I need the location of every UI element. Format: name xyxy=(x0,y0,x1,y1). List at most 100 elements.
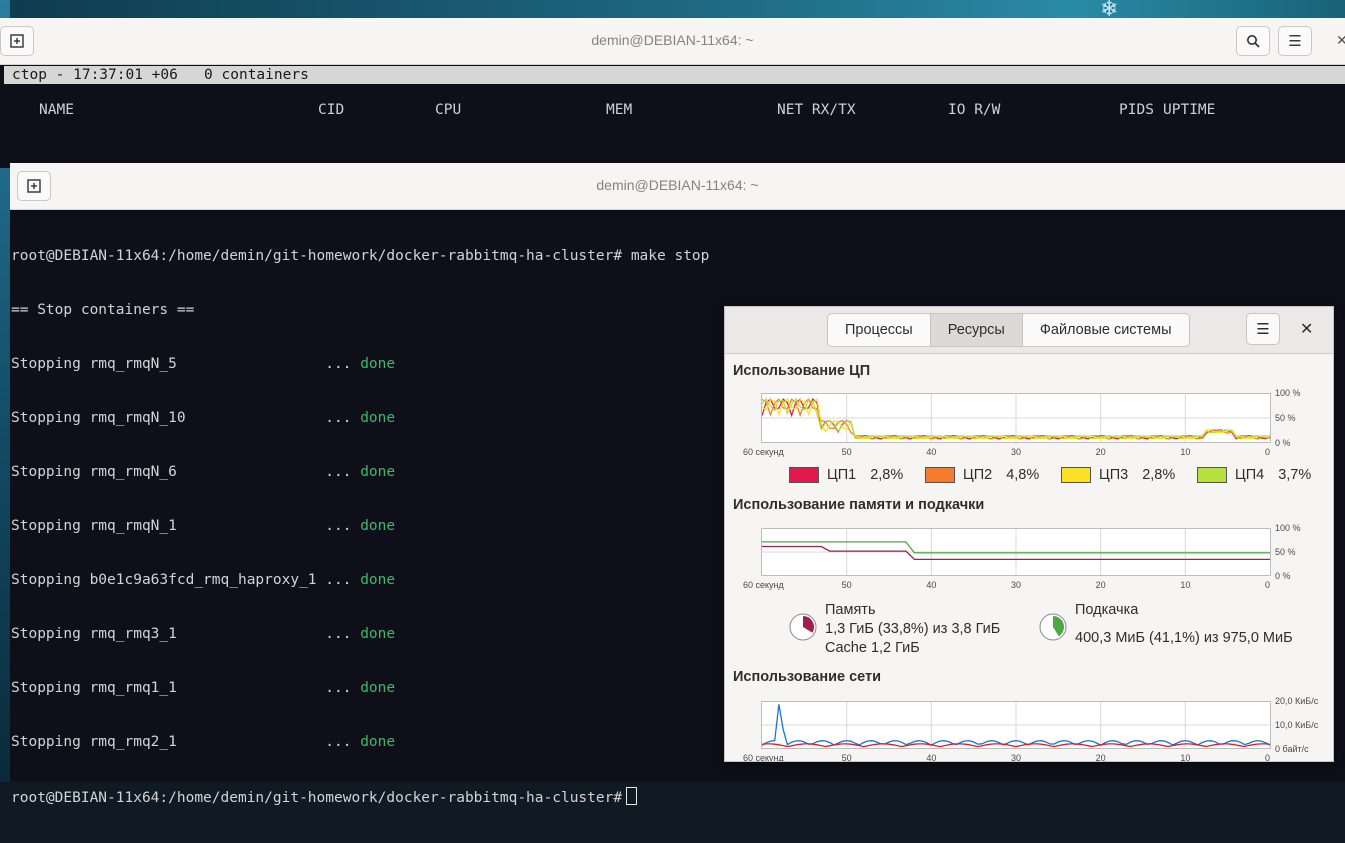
memory-section-title: Использование памяти и подкачки xyxy=(733,497,985,513)
cpu-core-value: 2,8% xyxy=(1142,467,1176,483)
terminal-line: Stopping rmq_rmqN_1 ... done xyxy=(11,517,709,535)
x-tick-label: 10 xyxy=(1180,447,1191,457)
tab-file-systems[interactable]: Файловые системы xyxy=(1023,314,1189,346)
column-header: MEM xyxy=(606,102,633,118)
text-cursor xyxy=(626,787,638,805)
x-tick-label: 10 xyxy=(1180,580,1191,590)
x-tick-label: 50 xyxy=(841,580,852,590)
x-tick-label: 50 xyxy=(841,753,852,762)
cpu-core-name: ЦП1 xyxy=(827,467,857,483)
system-monitor-window[interactable]: Процессы Ресурсы Файловые системы ☰ ✕ Ис… xyxy=(724,306,1334,762)
color-swatch[interactable] xyxy=(1061,467,1091,483)
hamburger-icon: ☰ xyxy=(1288,33,1302,50)
memory-graph-svg xyxy=(762,529,1270,575)
cpu-legend-item: ЦП3 2,8% xyxy=(1061,467,1175,483)
x-tick-label: 60 секунд xyxy=(743,447,784,457)
line-text: Stopping rmq_rmq1_1 ... xyxy=(11,680,361,696)
y-tick-label: 50 % xyxy=(1275,413,1296,423)
terminal-output[interactable]: root@DEBIAN-11x64:/home/demin/git-homewo… xyxy=(11,211,709,843)
status-done: done xyxy=(360,464,396,480)
column-header: PIDS xyxy=(1119,102,1154,118)
search-icon xyxy=(1247,35,1260,48)
terminal-line: Stopping rmq_rmqN_5 ... done xyxy=(11,355,709,373)
menu-button[interactable]: ☰ xyxy=(1246,313,1280,345)
cpu-section-title: Использование ЦП xyxy=(733,363,871,379)
cpu-core-name: ЦП4 xyxy=(1235,467,1265,483)
hamburger-icon: ☰ xyxy=(1256,321,1270,338)
prompt: root@DEBIAN-11x64:/home/demin/git-homewo… xyxy=(11,248,623,264)
tab-processes[interactable]: Процессы xyxy=(828,314,931,346)
terminal-line: Stopping b0e1c9a63fcd_rmq_haproxy_1 ... … xyxy=(11,571,709,589)
search-button[interactable] xyxy=(1236,26,1270,56)
memory-pie-icon xyxy=(789,613,817,641)
system-monitor-headerbar: Процессы Ресурсы Файловые системы ☰ ✕ xyxy=(725,307,1333,354)
terminal-line: root@DEBIAN-11x64:/home/demin/git-homewo… xyxy=(11,787,709,807)
x-tick-label: 0 xyxy=(1265,447,1271,457)
x-tick-label: 30 xyxy=(1011,753,1022,762)
status-done: done xyxy=(360,626,396,642)
y-tick-label: 100 % xyxy=(1275,523,1301,533)
swap-label: Подкачка xyxy=(1075,602,1139,618)
memory-info: Память 1,3 ГиБ (33,8%) из 3,8 ГиБ Cache … xyxy=(825,601,1000,658)
cpu-core-value: 2,8% xyxy=(870,467,904,483)
x-tick-label: 10 xyxy=(1180,753,1191,762)
y-tick-label: 0 % xyxy=(1275,438,1291,448)
menu-button[interactable]: ☰ xyxy=(1278,26,1312,56)
status-done: done xyxy=(360,680,396,696)
status-done: done xyxy=(360,518,396,534)
x-tick-label: 60 секунд xyxy=(743,580,784,590)
line-text: Stopping b0e1c9a63fcd_rmq_haproxy_1 ... xyxy=(11,572,361,588)
y-tick-label: 20,0 КиБ/с xyxy=(1275,696,1319,706)
line-text: Stopping rmq_rmqN_1 ... xyxy=(11,518,361,534)
window-title: demin@DEBIAN-11x64: ~ xyxy=(591,32,754,48)
status-done: done xyxy=(360,734,396,750)
column-header: IO R/W xyxy=(948,102,1001,118)
terminal-line: Stopping rmq_rmq1_1 ... done xyxy=(11,679,709,697)
back-terminal-window[interactable]: demin@DEBIAN-11x64: ~ ☰ ✕ ctop - 17:37:0… xyxy=(0,18,1345,168)
y-tick-label: 0 байт/с xyxy=(1275,744,1309,754)
x-tick-label: 30 xyxy=(1011,580,1022,590)
status-done: done xyxy=(360,356,396,372)
terminal-line: Stopping rmq_rmq3_1 ... done xyxy=(11,625,709,643)
y-tick-label: 50 % xyxy=(1275,547,1296,557)
line-text: Stopping rmq_rmq2_1 ... xyxy=(11,734,361,750)
status-done: done xyxy=(360,410,396,426)
y-tick-label: 0 % xyxy=(1275,571,1291,581)
memory-cache: Cache 1,2 ГиБ xyxy=(825,640,920,656)
memory-history-graph xyxy=(761,528,1271,576)
cpu-graph-svg xyxy=(762,394,1270,442)
x-tick-label: 20 xyxy=(1095,580,1106,590)
column-header: UPTIME xyxy=(1163,102,1216,118)
line-text: Stopping rmq_rmqN_6 ... xyxy=(11,464,361,480)
view-switcher: Процессы Ресурсы Файловые системы xyxy=(827,313,1190,347)
front-terminal-headerbar: demin@DEBIAN-11x64: ~ xyxy=(10,163,1345,210)
x-tick-label: 50 xyxy=(841,447,852,457)
network-history-graph xyxy=(761,701,1271,749)
color-swatch[interactable] xyxy=(1197,467,1227,483)
ctop-status-bar: ctop - 17:37:01 +06 0 containers xyxy=(4,66,1345,84)
color-swatch[interactable] xyxy=(789,467,819,483)
prompt: root@DEBIAN-11x64:/home/demin/git-homewo… xyxy=(11,790,623,806)
cpu-core-name: ЦП2 xyxy=(963,467,993,483)
x-tick-label: 40 xyxy=(926,447,937,457)
y-tick-label: 100 % xyxy=(1275,388,1301,398)
swap-value: 400,3 МиБ (41,1%) из 975,0 МиБ xyxy=(1075,630,1293,646)
status-done: done xyxy=(360,572,396,588)
wallpaper-top-strip xyxy=(0,0,1345,18)
close-icon[interactable]: ✕ xyxy=(1336,32,1345,49)
memory-label: Память xyxy=(825,602,876,618)
cpu-legend-item: ЦП4 3,7% xyxy=(1197,467,1311,483)
tab-resources[interactable]: Ресурсы xyxy=(930,314,1023,346)
x-tick-label: 20 xyxy=(1095,447,1106,457)
cpu-history-graph xyxy=(761,393,1271,443)
x-tick-label: 60 секунд xyxy=(743,753,784,762)
close-icon[interactable]: ✕ xyxy=(1300,319,1313,339)
column-header: NAME xyxy=(39,102,74,118)
color-swatch[interactable] xyxy=(925,467,955,483)
terminal-line: Stopping rmq_rmqN_10 ... done xyxy=(11,409,709,427)
x-tick-label: 40 xyxy=(926,580,937,590)
terminal-line: root@DEBIAN-11x64:/home/demin/git-homewo… xyxy=(11,247,709,265)
network-graph-svg xyxy=(762,702,1270,748)
terminal-line: Stopping rmq_rmqN_6 ... done xyxy=(11,463,709,481)
column-header: CPU xyxy=(435,102,462,118)
